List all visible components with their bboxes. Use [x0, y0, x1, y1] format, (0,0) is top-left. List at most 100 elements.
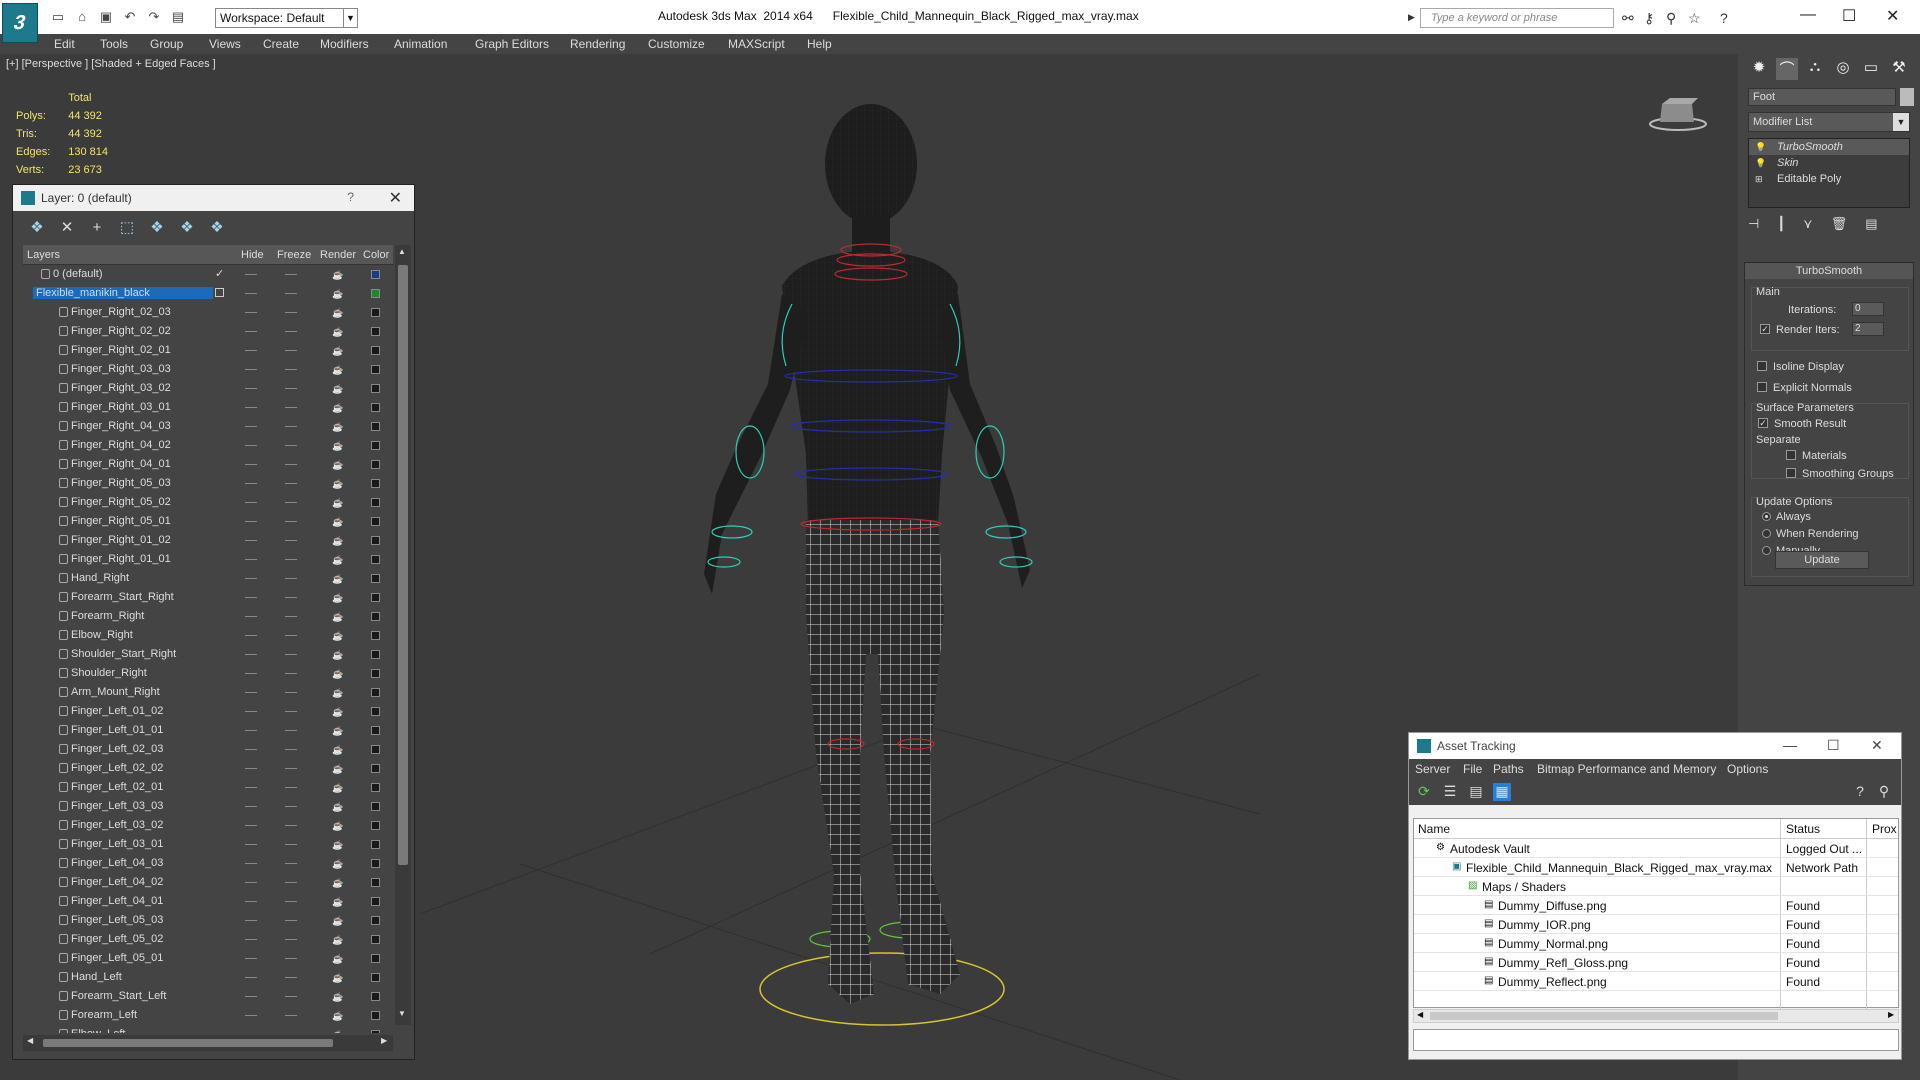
object-color-swatch[interactable]: [371, 916, 380, 925]
asset-row[interactable]: ▤ Dummy_Diffuse.png Found: [1414, 896, 1898, 915]
render-teapot-icon[interactable]: ☕: [332, 726, 343, 737]
pin-icon[interactable]: ⚲: [1875, 783, 1893, 801]
create-layer-icon[interactable]: ❖: [29, 218, 45, 236]
object-row[interactable]: Hand_Right ☕: [23, 569, 393, 588]
make-unique-icon[interactable]: ⋎: [1803, 216, 1813, 232]
object-row[interactable]: Elbow_Right ☕: [23, 626, 393, 645]
freeze-toggle[interactable]: [285, 901, 297, 902]
hide-toggle[interactable]: [245, 597, 257, 598]
freeze-toggle[interactable]: [285, 1015, 297, 1016]
render-teapot-icon[interactable]: ☕: [332, 802, 343, 813]
object-row[interactable]: Forearm_Start_Left ☕: [23, 987, 393, 1006]
active-layer-checkbox[interactable]: [215, 288, 224, 297]
update-button[interactable]: Update: [1775, 551, 1869, 569]
object-color-swatch[interactable]: [371, 346, 380, 355]
col-proxy[interactable]: Prox: [1872, 822, 1897, 836]
menu-maxscript[interactable]: MAXScript: [728, 37, 785, 51]
object-color-swatch[interactable]: [371, 631, 380, 640]
object-row[interactable]: Finger_Left_02_03 ☕: [23, 740, 393, 759]
smoothing-groups-checkbox[interactable]: [1786, 468, 1796, 478]
menu-views[interactable]: Views: [209, 37, 241, 51]
object-row[interactable]: Finger_Left_03_02 ☕: [23, 816, 393, 835]
hide-toggle[interactable]: [245, 711, 257, 712]
render-teapot-icon[interactable]: ☕: [332, 612, 343, 623]
show-end-result-icon[interactable]: ┃: [1777, 216, 1785, 232]
object-color-swatch[interactable]: [371, 1011, 380, 1020]
object-row[interactable]: Finger_Right_04_02 ☕: [23, 436, 393, 455]
hierarchy-tab-icon[interactable]: ⛬: [1804, 58, 1826, 80]
freeze-toggle[interactable]: [285, 692, 297, 693]
utilities-tab-icon[interactable]: ⚒: [1888, 58, 1910, 80]
isoline-display-checkbox[interactable]: [1757, 361, 1767, 371]
freeze-toggle[interactable]: [285, 540, 297, 541]
help-icon[interactable]: ?: [347, 190, 354, 204]
object-color-swatch[interactable]: [371, 384, 380, 393]
render-teapot-icon[interactable]: ☕: [332, 897, 343, 908]
object-row[interactable]: Forearm_Left ☕: [23, 1006, 393, 1025]
stack-item-turbosmooth[interactable]: 💡 TurboSmooth: [1749, 139, 1909, 155]
col-name[interactable]: Name: [1418, 822, 1450, 836]
hide-toggle[interactable]: [245, 768, 257, 769]
freeze-toggle[interactable]: [285, 350, 297, 351]
expand-icon[interactable]: ⊞: [1755, 174, 1763, 185]
object-color-swatch[interactable]: [371, 859, 380, 868]
object-row[interactable]: Finger_Left_01_01 ☕: [23, 721, 393, 740]
object-row[interactable]: Finger_Right_04_03 ☕: [23, 417, 393, 436]
display-tab-icon[interactable]: ▭: [1860, 58, 1882, 80]
asset-row[interactable]: ▤ Dummy_Refl_Gloss.png Found: [1414, 953, 1898, 972]
hide-toggle[interactable]: [245, 388, 257, 389]
list-view-icon[interactable]: ☰: [1441, 783, 1459, 801]
object-color-swatch[interactable]: [371, 308, 380, 317]
object-row[interactable]: Finger_Right_05_03 ☕: [23, 474, 393, 493]
refresh-icon[interactable]: ⟳: [1415, 783, 1433, 801]
render-teapot-icon[interactable]: ☕: [332, 555, 343, 566]
object-color-swatch[interactable]: [371, 498, 380, 507]
render-teapot-icon[interactable]: ☕: [332, 1030, 343, 1033]
scroll-left-icon[interactable]: ◀: [1417, 1010, 1423, 1019]
pin-stack-icon[interactable]: ⊣: [1748, 216, 1759, 232]
object-color-swatch[interactable]: [371, 897, 380, 906]
modify-tab-icon[interactable]: ⌒: [1776, 58, 1798, 80]
freeze-toggle[interactable]: [285, 635, 297, 636]
layer-horizontal-scrollbar[interactable]: ◀ ▶: [23, 1035, 393, 1051]
object-row[interactable]: Finger_Left_05_02 ☕: [23, 930, 393, 949]
hide-toggle[interactable]: [245, 863, 257, 864]
save-icon[interactable]: ▣: [98, 9, 114, 25]
render-teapot-icon[interactable]: ☕: [332, 669, 343, 680]
hide-toggle[interactable]: [245, 787, 257, 788]
freeze-toggle[interactable]: [285, 388, 297, 389]
freeze-toggle[interactable]: [285, 312, 297, 313]
object-color-swatch[interactable]: [371, 745, 380, 754]
layer-row[interactable]: 0 (default) ✓ ☕: [23, 265, 393, 284]
object-color-swatch[interactable]: [371, 365, 380, 374]
asset-horizontal-scrollbar[interactable]: ◀ ▶: [1413, 1009, 1899, 1023]
render-teapot-icon[interactable]: ☕: [332, 479, 343, 490]
menu-rendering[interactable]: Rendering: [570, 37, 625, 51]
menu-create[interactable]: Create: [263, 37, 299, 51]
render-teapot-icon[interactable]: ☕: [332, 517, 343, 528]
stack-item-skin[interactable]: 💡 Skin: [1749, 155, 1909, 171]
hide-toggle[interactable]: [245, 540, 257, 541]
hide-toggle[interactable]: [245, 331, 257, 332]
object-color-swatch[interactable]: [371, 327, 380, 336]
freeze-toggle[interactable]: [285, 559, 297, 560]
delete-layer-icon[interactable]: ✕: [59, 218, 75, 236]
menu-customize[interactable]: Customize: [648, 37, 705, 51]
freeze-toggle[interactable]: [285, 730, 297, 731]
hide-toggle[interactable]: [245, 521, 257, 522]
freeze-toggle[interactable]: [285, 768, 297, 769]
hide-toggle[interactable]: [245, 844, 257, 845]
object-color-swatch[interactable]: [371, 973, 380, 982]
hide-all-layers-icon[interactable]: ❖: [179, 218, 195, 236]
menu-animation[interactable]: Animation: [394, 37, 447, 51]
close-button[interactable]: ✕: [1871, 737, 1883, 754]
render-teapot-icon[interactable]: ☕: [332, 935, 343, 946]
object-row[interactable]: Forearm_Right ☕: [23, 607, 393, 626]
object-row[interactable]: Finger_Right_01_02 ☕: [23, 531, 393, 550]
freeze-toggle[interactable]: [285, 977, 297, 978]
render-iters-spinner[interactable]: 2: [1852, 322, 1884, 336]
render-teapot-icon[interactable]: ☕: [332, 973, 343, 984]
render-teapot-icon[interactable]: ☕: [332, 650, 343, 661]
hide-toggle[interactable]: [245, 882, 257, 883]
render-teapot-icon[interactable]: ☕: [332, 688, 343, 699]
